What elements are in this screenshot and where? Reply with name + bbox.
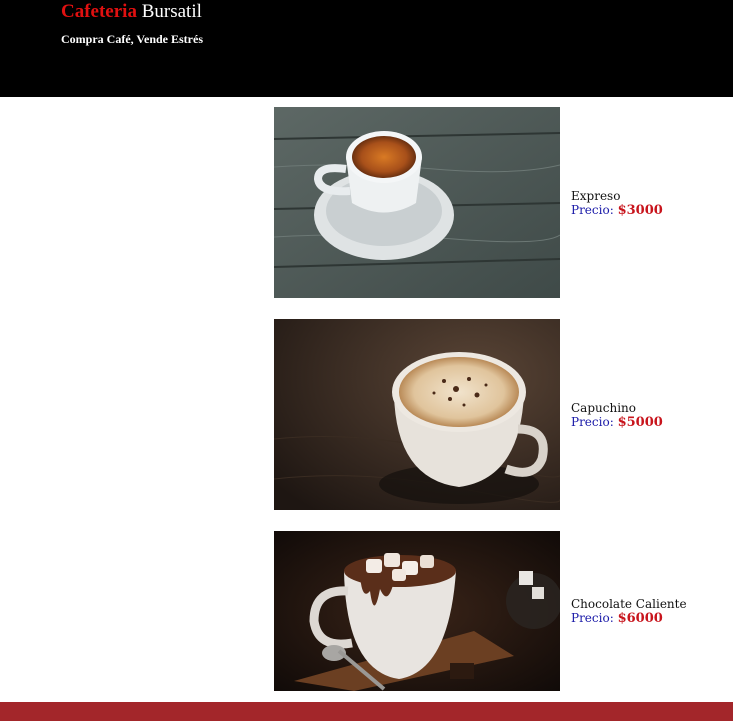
- product-info-expreso: Expreso Precio: $3000: [571, 189, 663, 218]
- price-value: $3000: [617, 203, 663, 218]
- price-label: Precio:: [571, 203, 614, 217]
- espresso-cup-image[interactable]: [274, 107, 560, 298]
- product-card-chocolate-caliente: Chocolate Caliente Precio: $6000: [274, 531, 694, 691]
- brand-name-rest: Bursatil: [141, 1, 202, 22]
- price-value: $5000: [617, 415, 663, 430]
- product-card-expreso: Expreso Precio: $3000: [274, 107, 694, 298]
- product-name: Capuchino: [571, 401, 636, 415]
- brand-name-accent: Cafeteria: [61, 1, 137, 22]
- price-label: Precio:: [571, 415, 614, 429]
- product-card-capuchino: Capuchino Precio: $5000: [274, 319, 694, 510]
- product-name: Expreso: [571, 189, 621, 203]
- price-label: Precio:: [571, 611, 614, 625]
- site-brand[interactable]: Cafeteria Bursatil: [61, 1, 202, 23]
- product-info-capuchino: Capuchino Precio: $5000: [571, 401, 663, 430]
- cappuccino-cup-image[interactable]: [274, 319, 560, 510]
- site-footer: [0, 702, 733, 721]
- hot-chocolate-cup-image[interactable]: [274, 531, 560, 691]
- site-tagline: Compra Café, Vende Estrés: [61, 32, 203, 46]
- product-info-chocolate-caliente: Chocolate Caliente Precio: $6000: [571, 597, 687, 626]
- price-value: $6000: [617, 611, 663, 626]
- site-header: Cafeteria Bursatil Compra Café, Vende Es…: [0, 0, 733, 97]
- product-name: Chocolate Caliente: [571, 597, 687, 611]
